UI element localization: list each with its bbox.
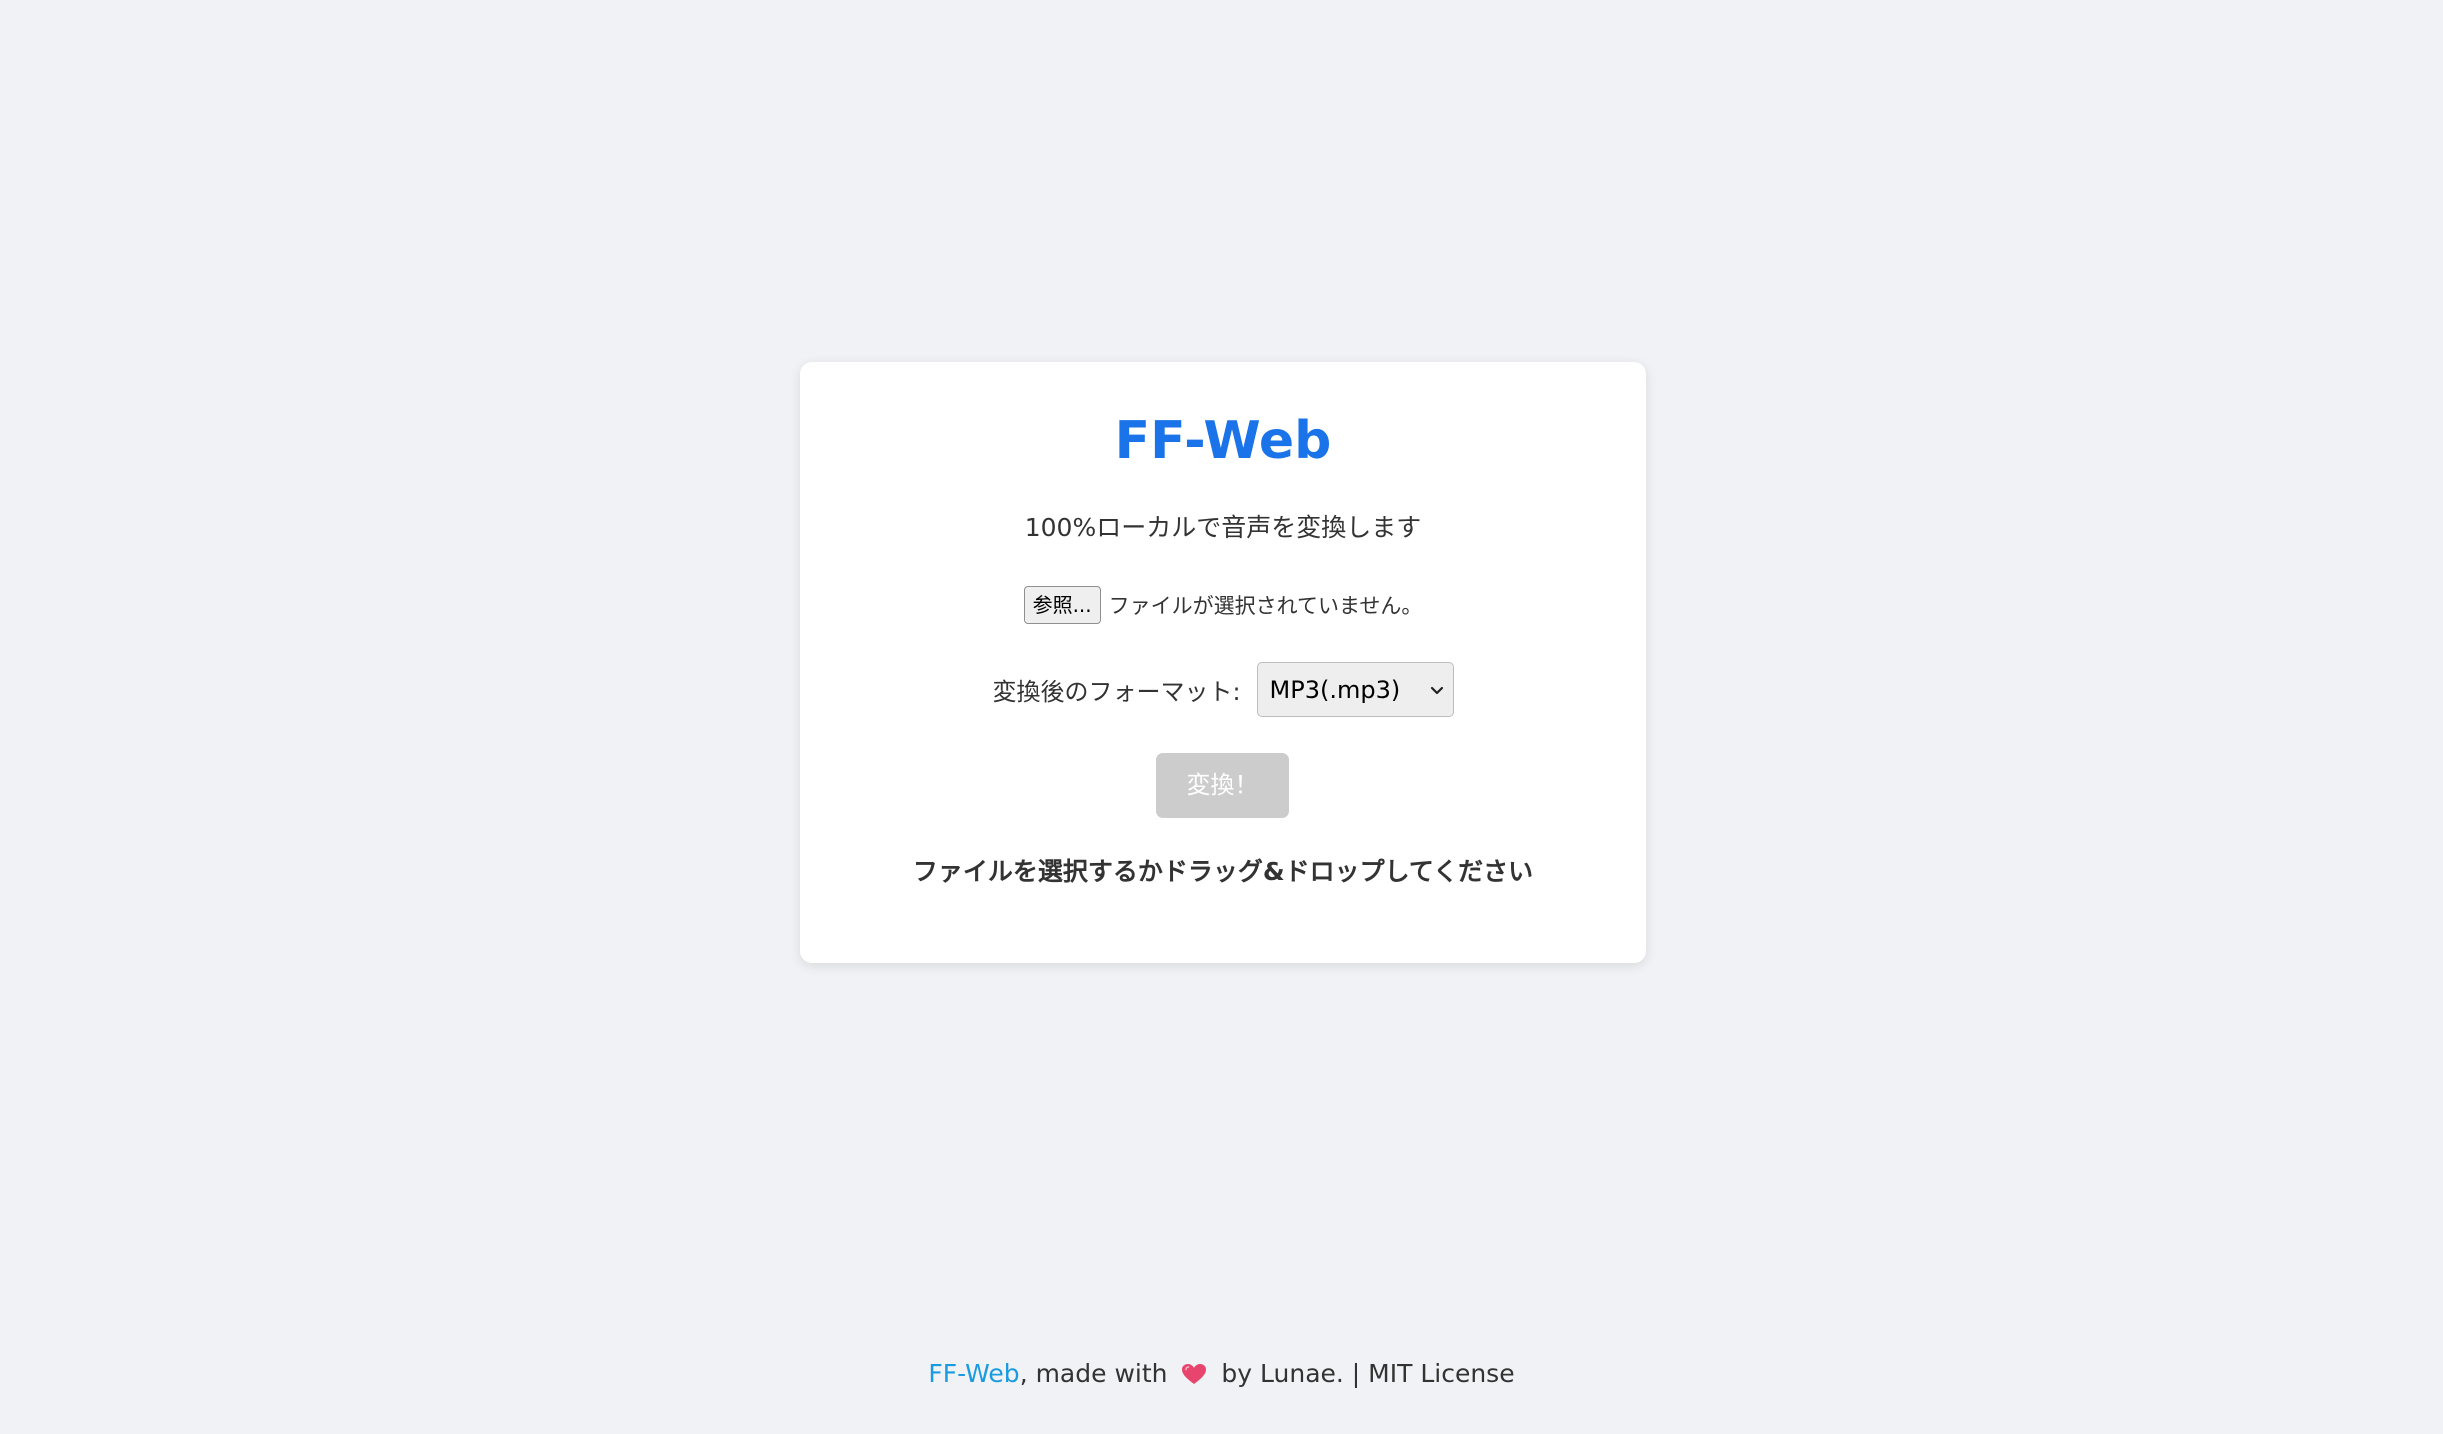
app-title: FF-Web [1114,411,1332,471]
heart-icon [1182,1364,1207,1384]
footer-by-text: by Lunae. | MIT License [1221,1359,1515,1388]
format-select[interactable]: MP3(.mp3) [1256,662,1454,717]
footer: FF-Web, made with by Lunae. | MIT Licens… [0,1359,2443,1388]
browse-button[interactable]: 参照... [1023,586,1101,624]
format-selected-value: MP3(.mp3) [1269,675,1401,704]
format-label: 変換後のフォーマット: [992,678,1241,706]
footer-made-with: , made with [1019,1359,1168,1388]
app-subtitle: 100%ローカルで音声を変換します [1024,513,1422,542]
chevron-down-icon [1430,686,1443,694]
file-status: ファイルが選択されていません。 [1108,594,1423,618]
file-input[interactable]: 参照... ファイルが選択されていません。 [800,586,1646,624]
format-row: 変換後のフォーマット: MP3(.mp3) [800,662,1646,717]
convert-button[interactable]: 変換！ [1156,753,1289,818]
converter-card: FF-Web 100%ローカルで音声を変換します 参照... ファイルが選択され… [800,362,1646,963]
ff-web-link[interactable]: FF-Web [928,1359,1019,1388]
drop-hint: ファイルを選択するかドラッグ&ドロップしてください [912,857,1534,886]
